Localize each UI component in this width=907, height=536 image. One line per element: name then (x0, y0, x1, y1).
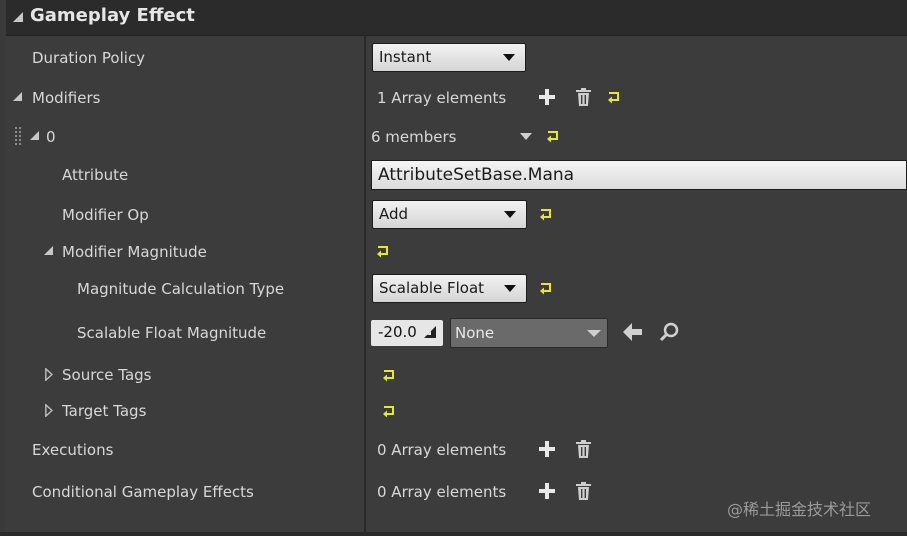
duration-policy-label: Duration Policy (32, 49, 146, 67)
duration-policy-value: Instant (379, 48, 432, 66)
reset-arrow-icon[interactable] (382, 405, 395, 418)
curve-table-combo[interactable]: None (450, 318, 608, 348)
modifier-op-value: Add (379, 205, 409, 223)
category-header[interactable]: Gameplay Effect (6, 0, 907, 36)
trash-icon[interactable] (575, 440, 592, 459)
search-icon[interactable] (659, 322, 679, 342)
source-tags-label: Source Tags (62, 366, 152, 384)
resize-handle-icon (424, 326, 436, 338)
executions-label: Executions (32, 441, 114, 459)
chevron-down-icon (503, 54, 515, 61)
attribute-field[interactable]: AttributeSetBase.Mana (371, 160, 907, 190)
plus-icon[interactable] (539, 441, 555, 457)
modifiers-label: Modifiers (32, 89, 101, 107)
scalable-float-value: -20.0 (378, 323, 417, 341)
panel-bottom-border (0, 532, 907, 536)
reset-arrow-icon[interactable] (607, 91, 620, 104)
modifier-op-combo[interactable]: Add (372, 200, 527, 229)
trash-icon[interactable] (575, 482, 592, 501)
modifiers-count: 1 Array elements (377, 89, 507, 107)
target-tags-label: Target Tags (62, 402, 147, 420)
plus-icon[interactable] (539, 89, 555, 105)
conditional-effects-label: Conditional Gameplay Effects (32, 483, 254, 501)
modifier-members: 6 members (371, 128, 457, 146)
triangle-down-icon[interactable] (30, 131, 40, 141)
chevron-down-icon[interactable] (520, 133, 532, 140)
calc-type-value: Scalable Float (379, 279, 485, 297)
triangle-down-icon[interactable] (13, 92, 23, 102)
reset-arrow-icon[interactable] (382, 369, 395, 382)
attribute-value: AttributeSetBase.Mana (378, 165, 575, 185)
scalable-float-input[interactable]: -20.0 (371, 320, 443, 346)
section-title: Gameplay Effect (30, 5, 195, 26)
reset-arrow-icon[interactable] (376, 245, 389, 258)
modifier-index-label: 0 (46, 128, 56, 146)
reset-arrow-icon[interactable] (546, 130, 559, 143)
reset-arrow-icon[interactable] (539, 282, 552, 295)
attribute-label: Attribute (62, 166, 129, 184)
reset-arrow-icon[interactable] (539, 208, 552, 221)
chevron-down-icon (504, 285, 516, 292)
calc-type-combo[interactable]: Scalable Float (372, 274, 527, 303)
drag-handle-icon[interactable] (15, 127, 23, 147)
watermark: @稀土掘金技术社区 (727, 500, 872, 519)
triangle-down-icon[interactable] (44, 246, 54, 256)
executions-count: 0 Array elements (377, 441, 507, 459)
calc-type-label: Magnitude Calculation Type (77, 280, 285, 298)
scalable-float-label: Scalable Float Magnitude (77, 324, 267, 342)
conditional-effects-count: 0 Array elements (377, 483, 507, 501)
modifier-op-label: Modifier Op (62, 206, 149, 224)
triangle-right-icon[interactable] (45, 368, 53, 381)
chevron-down-icon (504, 211, 516, 218)
chevron-down-icon (587, 330, 601, 337)
duration-policy-combo[interactable]: Instant (372, 43, 526, 72)
trash-icon[interactable] (575, 88, 592, 107)
arrow-left-icon[interactable] (623, 323, 642, 341)
triangle-down-icon (13, 12, 23, 22)
modifier-magnitude-label: Modifier Magnitude (62, 243, 207, 261)
column-splitter[interactable] (364, 0, 366, 532)
triangle-right-icon[interactable] (45, 404, 53, 417)
plus-icon[interactable] (539, 483, 555, 499)
curve-table-value: None (455, 324, 495, 342)
